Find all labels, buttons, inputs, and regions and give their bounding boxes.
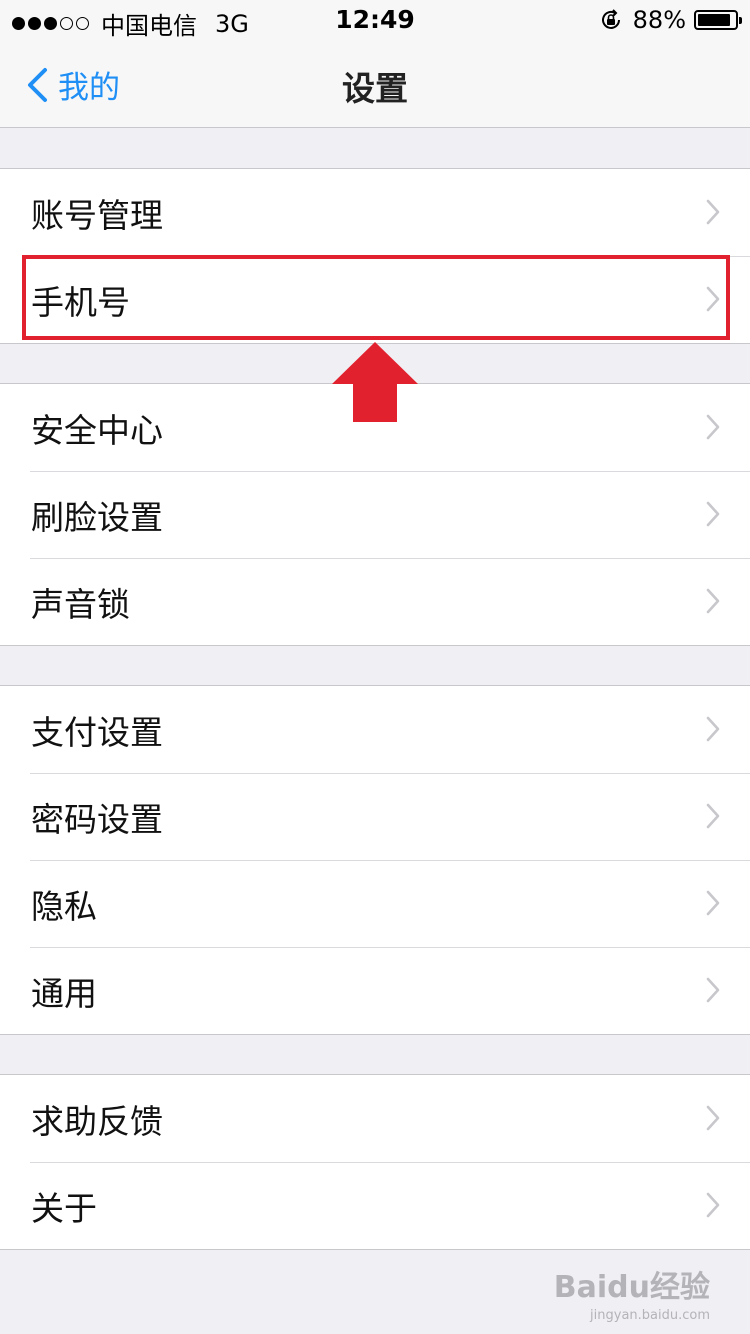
chevron-right-icon bbox=[706, 803, 720, 829]
settings-item-privacy[interactable]: 隐私 bbox=[0, 860, 750, 947]
chevron-right-icon bbox=[706, 1192, 720, 1218]
settings-item-account-management[interactable]: 账号管理 bbox=[0, 169, 750, 256]
settings-item-label: 关于 bbox=[31, 1189, 97, 1228]
settings-item-label: 声音锁 bbox=[31, 585, 130, 624]
settings-item-general[interactable]: 通用 bbox=[0, 947, 750, 1034]
settings-item-label: 密码设置 bbox=[31, 800, 163, 839]
navigation-bar: 我的 设置 bbox=[0, 40, 750, 128]
settings-item-label: 支付设置 bbox=[31, 713, 163, 752]
watermark-brand: Baidu经验 bbox=[553, 1270, 710, 1305]
chevron-right-icon bbox=[706, 199, 720, 225]
watermark: Baidu经验 jingyan.baidu.com bbox=[554, 1262, 710, 1323]
settings-item-label: 账号管理 bbox=[31, 196, 163, 235]
settings-item-label: 通用 bbox=[31, 974, 97, 1013]
settings-item-about[interactable]: 关于 bbox=[0, 1162, 750, 1249]
settings-item-payment-settings[interactable]: 支付设置 bbox=[0, 686, 750, 773]
settings-item-face-settings[interactable]: 刷脸设置 bbox=[0, 471, 750, 558]
settings-item-label: 安全中心 bbox=[31, 411, 163, 450]
battery-fill bbox=[698, 14, 730, 26]
chevron-right-icon bbox=[706, 588, 720, 614]
rotation-lock-icon bbox=[601, 9, 620, 29]
battery-percent: 88% bbox=[632, 6, 686, 34]
chevron-right-icon bbox=[706, 501, 720, 527]
settings-group: 支付设置 密码设置 隐私 通用 bbox=[0, 685, 750, 1035]
chevron-right-icon bbox=[706, 414, 720, 440]
chevron-right-icon bbox=[706, 977, 720, 1003]
annotation-arrow-up-icon bbox=[332, 342, 418, 422]
settings-item-label: 刷脸设置 bbox=[31, 498, 163, 537]
watermark-url: jingyan.baidu.com bbox=[590, 1308, 710, 1323]
chevron-right-icon bbox=[706, 890, 720, 916]
chevron-right-icon bbox=[706, 716, 720, 742]
settings-item-label: 求助反馈 bbox=[31, 1102, 163, 1141]
battery-icon bbox=[694, 10, 742, 30]
annotation-highlight-box bbox=[22, 255, 730, 340]
settings-item-password-settings[interactable]: 密码设置 bbox=[0, 773, 750, 860]
chevron-right-icon bbox=[706, 1105, 720, 1131]
page-title: 设置 bbox=[342, 69, 408, 108]
settings-group: 求助反馈 关于 bbox=[0, 1074, 750, 1250]
settings-item-voice-lock[interactable]: 声音锁 bbox=[0, 558, 750, 645]
settings-item-label: 隐私 bbox=[31, 887, 97, 926]
settings-item-help-feedback[interactable]: 求助反馈 bbox=[0, 1075, 750, 1162]
status-bar: 中国电信 3G 12:49 88% bbox=[0, 0, 750, 40]
